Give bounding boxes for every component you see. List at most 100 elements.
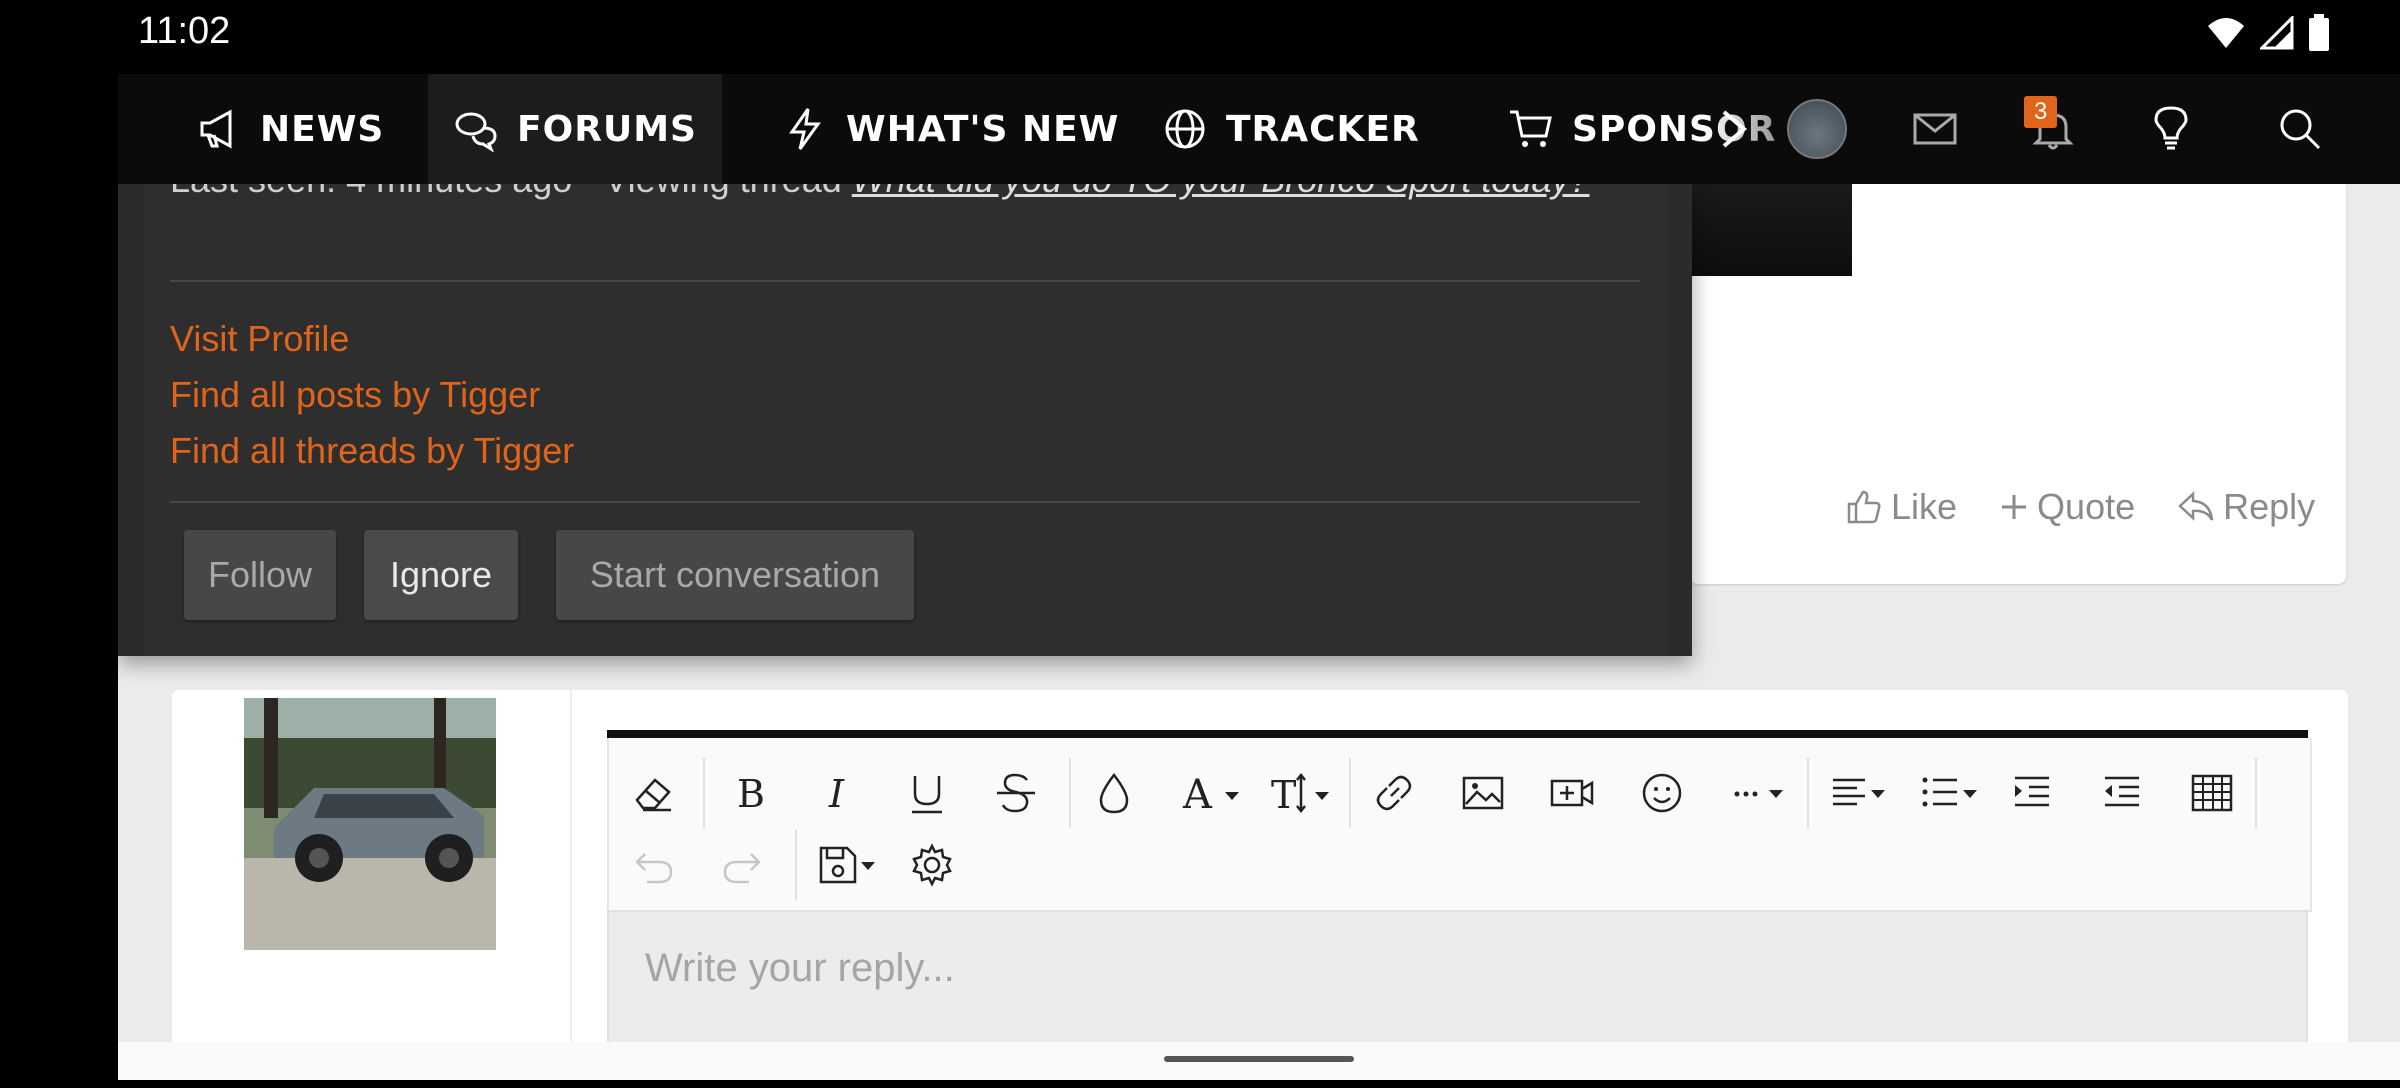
vehicle-photo <box>244 698 496 950</box>
nav-tracker-label: TRACKER <box>1226 108 1420 150</box>
smiley-icon <box>1642 773 1682 813</box>
droplet-icon <box>1099 772 1129 814</box>
divider <box>170 280 1640 282</box>
nav-news-label: NEWS <box>260 108 385 150</box>
nav-tracker[interactable]: TRACKER <box>1162 74 1420 184</box>
bold-icon: B <box>737 772 765 816</box>
toolbar-separator <box>1069 758 1071 828</box>
chat-bubbles-icon <box>455 112 497 152</box>
outdent-button[interactable] <box>2087 758 2157 828</box>
ideas-button[interactable] <box>2112 74 2230 184</box>
drafts-button[interactable] <box>805 830 891 900</box>
text-size-icon: T <box>1271 772 1329 816</box>
status-icons <box>2206 14 2330 52</box>
plus-icon <box>2002 495 2027 519</box>
outdent-icon <box>2105 776 2139 807</box>
follow-button[interactable]: Follow <box>184 530 336 620</box>
post-actions: Like Quote Reply <box>1845 486 2315 528</box>
inbox-button[interactable] <box>1876 74 1994 184</box>
svg-text:A: A <box>1182 772 1213 816</box>
align-button[interactable] <box>1817 758 1903 828</box>
undo-button[interactable] <box>619 830 689 900</box>
font-family-button[interactable]: A <box>1169 758 1255 828</box>
lightbulb-icon <box>2154 106 2188 150</box>
search-icon <box>2280 109 2321 150</box>
svg-text:B: B <box>737 772 765 816</box>
like-button[interactable]: Like <box>1845 486 1957 528</box>
home-handle[interactable] <box>1164 1056 1354 1062</box>
italic-icon: I <box>828 772 845 816</box>
scroll-right-icon[interactable] <box>1718 108 1752 150</box>
image-icon <box>1462 776 1504 810</box>
nav-news[interactable]: NEWS <box>196 74 384 184</box>
ignore-button[interactable]: Ignore <box>364 530 518 620</box>
undo-icon <box>635 853 673 884</box>
nav-forums[interactable]: FORUMS <box>428 74 722 184</box>
insert-link-button[interactable] <box>1359 758 1429 828</box>
editor-toolbar: B I A T <box>607 738 2312 912</box>
redo-icon <box>723 853 761 884</box>
insert-table-button[interactable] <box>2177 758 2247 828</box>
visit-profile-link[interactable]: Visit Profile <box>170 318 349 360</box>
toolbar-separator <box>1349 758 1351 828</box>
indent-button[interactable] <box>1997 758 2067 828</box>
list-button[interactable] <box>1907 758 1993 828</box>
account-button[interactable] <box>1758 74 1876 184</box>
underline-icon <box>912 776 942 814</box>
settings-button[interactable] <box>897 830 967 900</box>
user-avatar <box>244 698 496 950</box>
globe-icon <box>1165 109 1205 149</box>
reply-button[interactable]: Reply <box>2177 486 2315 528</box>
insert-image-button[interactable] <box>1448 758 1518 828</box>
top-navigation: NEWS FORUMS WHAT'S NEW TRACKER SPONSOR 3 <box>118 74 2400 184</box>
table-icon <box>2191 774 2233 812</box>
thumbs-up-icon <box>1847 490 1881 524</box>
gear-icon <box>912 843 952 887</box>
shopping-cart-icon <box>1510 110 1552 147</box>
save-icon <box>819 846 875 884</box>
link-icon <box>1376 775 1412 811</box>
nav-user-tools: 3 <box>1758 74 2370 184</box>
redo-button[interactable] <box>707 830 777 900</box>
megaphone-icon <box>200 109 232 149</box>
svg-text:I: I <box>828 772 845 816</box>
quote-label: Quote <box>2037 486 2136 527</box>
reply-placeholder: Write your reply... <box>645 946 955 990</box>
svg-text:T: T <box>1271 773 1296 816</box>
bold-button[interactable]: B <box>713 758 783 828</box>
insert-emoji-button[interactable] <box>1627 758 1697 828</box>
lightning-icon <box>789 108 821 150</box>
status-time: 11:02 <box>138 10 231 52</box>
nav-whats-new-label: WHAT'S NEW <box>846 108 1120 150</box>
strikethrough-icon <box>997 773 1035 813</box>
nav-forums-label: FORUMS <box>517 108 697 150</box>
toolbar-separator <box>1807 758 1809 828</box>
italic-button[interactable]: I <box>803 758 873 828</box>
search-button[interactable] <box>2230 74 2370 184</box>
reply-label: Reply <box>2223 486 2316 527</box>
more-options-button[interactable] <box>1717 758 1803 828</box>
alerts-button[interactable]: 3 <box>1994 74 2112 184</box>
signal-icon <box>2260 16 2294 50</box>
nav-whats-new[interactable]: WHAT'S NEW <box>782 74 1119 184</box>
remove-format-button[interactable] <box>619 758 689 828</box>
insert-media-button[interactable] <box>1537 758 1607 828</box>
text-color-button[interactable] <box>1079 758 1149 828</box>
strikethrough-button[interactable] <box>981 758 1051 828</box>
status-bar: 11:02 <box>0 0 2400 74</box>
font-icon: A <box>1182 772 1239 816</box>
start-conversation-button[interactable]: Start conversation <box>556 530 914 620</box>
video-plus-icon <box>1550 779 1594 807</box>
find-threads-link[interactable]: Find all threads by Tigger <box>170 430 574 472</box>
left-edge <box>0 74 118 1080</box>
toolbar-separator <box>703 758 705 828</box>
ellipsis-icon <box>1734 790 1783 798</box>
find-posts-link[interactable]: Find all posts by Tigger <box>170 374 540 416</box>
alerts-badge: 3 <box>2024 96 2058 128</box>
underline-button[interactable] <box>892 758 962 828</box>
quote-button[interactable]: Quote <box>1999 486 2135 528</box>
divider <box>170 501 1640 503</box>
bullet-list-icon <box>1922 777 1977 807</box>
align-left-icon <box>1833 778 1885 806</box>
font-size-button[interactable]: T <box>1259 758 1345 828</box>
